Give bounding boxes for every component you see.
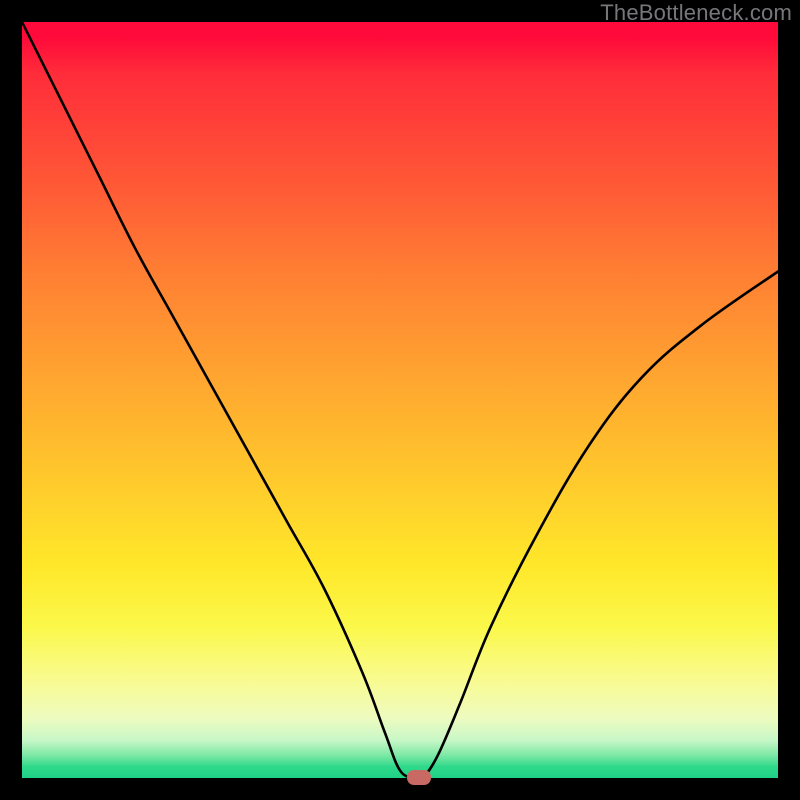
bottleneck-marker — [407, 770, 431, 785]
watermark-text: TheBottleneck.com — [600, 0, 792, 26]
chart-curve — [22, 22, 778, 778]
chart-container: TheBottleneck.com — [0, 0, 800, 800]
curve-path — [22, 22, 778, 778]
